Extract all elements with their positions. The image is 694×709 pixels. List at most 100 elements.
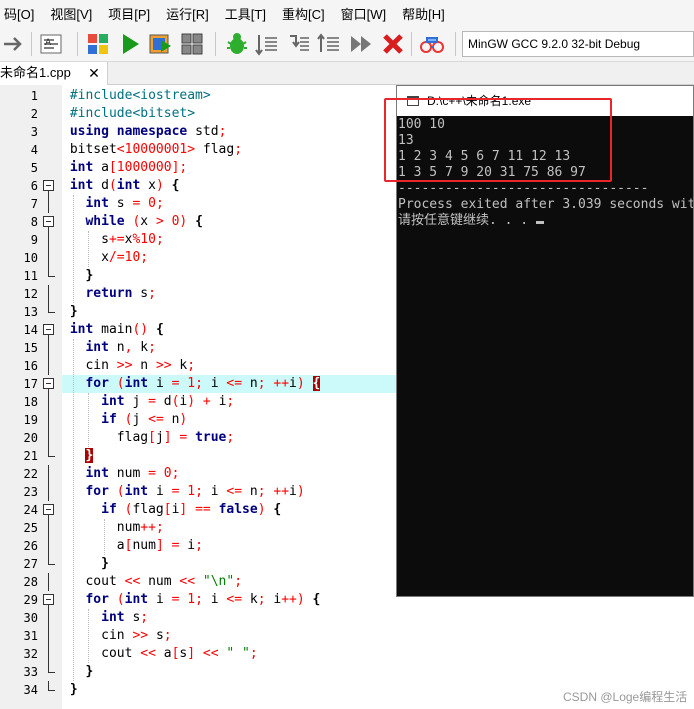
line-number: 31 xyxy=(23,629,38,643)
fold-end-marker xyxy=(42,303,56,321)
tab-untitled-cpp[interactable]: 未命名1.cpp ✕ xyxy=(0,62,108,85)
toolbar: A MinGW GCC 9.2.0 32-bit Debug xyxy=(0,26,694,62)
fold-line xyxy=(42,465,56,483)
indent-guide xyxy=(88,609,90,663)
line-number: 23 xyxy=(23,485,38,499)
indent-guide xyxy=(72,339,74,681)
compiler-select[interactable]: MinGW GCC 9.2.0 32-bit Debug xyxy=(462,31,694,57)
line-number: 22 xyxy=(23,467,38,481)
stop-icon[interactable] xyxy=(379,30,407,58)
fold-toggle-icon[interactable] xyxy=(42,591,56,609)
console-output: 100 10 13 1 2 3 4 5 6 7 11 12 13 1 3 5 7… xyxy=(398,117,693,595)
line-number: 17 xyxy=(23,377,38,391)
indent-guide xyxy=(88,393,90,447)
line-number: 9 xyxy=(30,233,38,247)
line-number: 3 xyxy=(30,125,38,139)
fold-gutter-cell xyxy=(42,123,56,141)
toolbar-separator xyxy=(31,32,32,56)
menu-bar: 码[O] 视图[V] 项目[P] 运行[R] 工具[T] 重构[C] 窗口[W]… xyxy=(0,0,694,26)
close-icon[interactable]: ✕ xyxy=(86,62,102,84)
line-number: 32 xyxy=(23,647,38,661)
compile-run-icon[interactable] xyxy=(147,30,175,58)
menu-item-code[interactable]: 码[O] xyxy=(0,4,42,23)
fold-line xyxy=(42,195,56,213)
line-number: 30 xyxy=(23,611,38,625)
fold-gutter-cell xyxy=(42,105,56,123)
fold-line xyxy=(42,411,56,429)
fold-line xyxy=(42,231,56,249)
watermark: CSDN @Loge编程生活 xyxy=(563,690,688,704)
debug-icon[interactable] xyxy=(223,30,251,58)
compile-icon[interactable] xyxy=(84,30,112,58)
line-number: 4 xyxy=(30,143,38,157)
fold-line xyxy=(42,357,56,375)
fold-line xyxy=(42,519,56,537)
console-line: -------------------------------- xyxy=(398,181,649,196)
line-number: 20 xyxy=(23,431,38,445)
step-over-icon[interactable] xyxy=(253,30,281,58)
menu-item-project[interactable]: 项目[P] xyxy=(100,4,158,23)
line-number: 25 xyxy=(23,521,38,535)
editor-tab-strip: 未命名1.cpp ✕ xyxy=(0,62,694,85)
fold-line xyxy=(42,573,56,591)
menu-item-window[interactable]: 窗口[W] xyxy=(333,4,395,23)
fold-toggle-icon[interactable] xyxy=(42,321,56,339)
indent-guide xyxy=(72,195,74,303)
line-number: 34 xyxy=(23,683,38,697)
fold-gutter-cell xyxy=(42,141,56,159)
code-line[interactable]: int s; xyxy=(62,609,694,627)
line-number: 7 xyxy=(30,197,38,211)
fold-gutter-cell xyxy=(42,159,56,177)
line-number: 10 xyxy=(23,251,38,265)
fold-line xyxy=(42,249,56,267)
fold-toggle-icon[interactable] xyxy=(42,375,56,393)
step-out-icon[interactable] xyxy=(315,30,343,58)
code-format-icon[interactable]: A xyxy=(37,30,65,58)
menu-item-refactor[interactable]: 重构[C] xyxy=(274,4,333,23)
ide-window: { "menu": ["码[O]", "视图[V]", "项目[P]", "运行… xyxy=(0,0,694,709)
toolbar-separator xyxy=(77,32,78,56)
fold-toggle-icon[interactable] xyxy=(42,213,56,231)
menu-item-tools[interactable]: 工具[T] xyxy=(217,4,274,23)
toolbar-separator xyxy=(215,32,216,56)
continue-icon[interactable] xyxy=(347,30,375,58)
line-number: 12 xyxy=(23,287,38,301)
indent-guide xyxy=(88,231,90,267)
fold-line xyxy=(42,627,56,645)
fold-line xyxy=(42,645,56,663)
code-line[interactable]: cin >> s; xyxy=(62,627,694,645)
rebuild-icon[interactable] xyxy=(178,30,206,58)
fold-toggle-icon[interactable] xyxy=(42,501,56,519)
run-icon[interactable] xyxy=(116,30,144,58)
fold-line xyxy=(42,339,56,357)
line-number: 33 xyxy=(23,665,38,679)
console-line: Process exited after 3.039 seconds with … xyxy=(398,197,693,212)
fold-gutter-cell xyxy=(42,87,56,105)
line-number: 13 xyxy=(23,305,38,319)
text-cursor xyxy=(535,221,544,224)
fold-end-marker xyxy=(42,681,56,699)
code-line[interactable]: } xyxy=(62,663,694,681)
line-number: 24 xyxy=(23,503,38,517)
code-line[interactable]: cout << a[s] << " "; xyxy=(62,645,694,663)
line-number: 28 xyxy=(23,575,38,589)
menu-item-view[interactable]: 视图[V] xyxy=(42,4,100,23)
line-number: 26 xyxy=(23,539,38,553)
line-number: 15 xyxy=(23,341,38,355)
fold-end-marker xyxy=(42,267,56,285)
arrow-right-icon[interactable] xyxy=(0,30,28,58)
line-number: 1 xyxy=(30,89,38,103)
toolbar-separator xyxy=(411,32,412,56)
fold-line xyxy=(42,285,56,303)
profile-icon[interactable] xyxy=(418,30,446,58)
line-number: 6 xyxy=(30,179,38,193)
menu-item-run[interactable]: 运行[R] xyxy=(158,4,217,23)
line-number: 18 xyxy=(23,395,38,409)
svg-text:A: A xyxy=(45,38,52,48)
line-number: 5 xyxy=(30,161,38,175)
fold-toggle-icon[interactable] xyxy=(42,177,56,195)
step-into-icon[interactable] xyxy=(284,30,312,58)
menu-item-help[interactable]: 帮助[H] xyxy=(394,4,453,23)
line-number: 19 xyxy=(23,413,38,427)
line-number: 16 xyxy=(23,359,38,373)
